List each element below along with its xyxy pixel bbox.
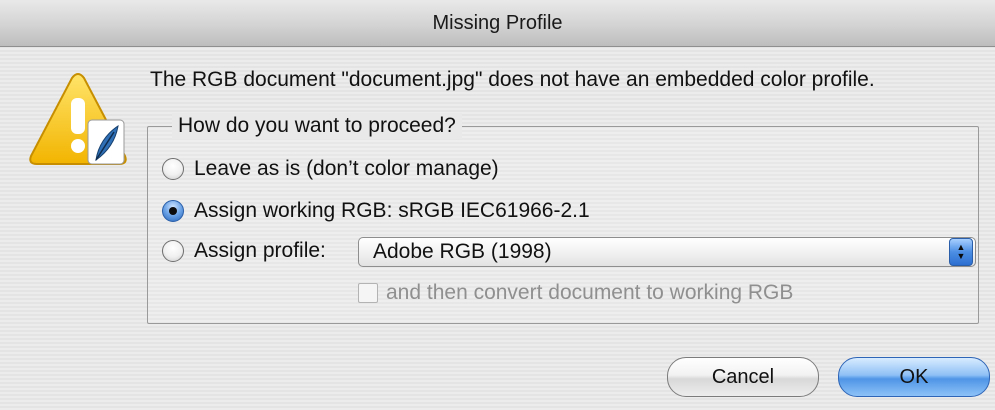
- radio-leave-as-is[interactable]: [162, 158, 184, 180]
- updown-arrows-icon: ▲ ▼: [949, 238, 973, 266]
- option-assign-working[interactable]: Assign working RGB: sRGB IEC61966-2.1: [162, 199, 590, 223]
- option-assign-working-label: Assign working RGB: sRGB IEC61966-2.1: [194, 199, 590, 222]
- profile-select-value: Adobe RGB (1998): [373, 240, 552, 263]
- convert-checkbox[interactable]: [358, 283, 378, 303]
- ok-button[interactable]: OK: [838, 357, 990, 397]
- profile-select[interactable]: Adobe RGB (1998) ▲ ▼: [358, 237, 976, 267]
- feather-icon: [87, 119, 125, 165]
- window-titlebar: Missing Profile: [0, 0, 995, 47]
- cancel-button[interactable]: Cancel: [667, 357, 819, 397]
- radio-assign-profile[interactable]: [162, 240, 184, 262]
- option-assign-profile-label: Assign profile:: [194, 239, 326, 262]
- option-leave-as-is-label: Leave as is (don’t color manage): [194, 157, 499, 180]
- group-title: How do you want to proceed?: [172, 113, 462, 139]
- window-title: Missing Profile: [432, 11, 563, 34]
- warning-triangle-icon: [29, 73, 127, 165]
- proceed-group: How do you want to proceed? Leave as is …: [147, 113, 979, 324]
- option-assign-profile[interactable]: Assign profile:: [162, 239, 326, 263]
- convert-checkbox-label: and then convert document to working RGB: [386, 281, 794, 304]
- dialog-message: The RGB document "document.jpg" does not…: [150, 68, 875, 91]
- convert-option[interactable]: and then convert document to working RGB: [358, 281, 793, 305]
- radio-assign-working[interactable]: [162, 200, 184, 222]
- option-leave-as-is[interactable]: Leave as is (don’t color manage): [162, 157, 499, 181]
